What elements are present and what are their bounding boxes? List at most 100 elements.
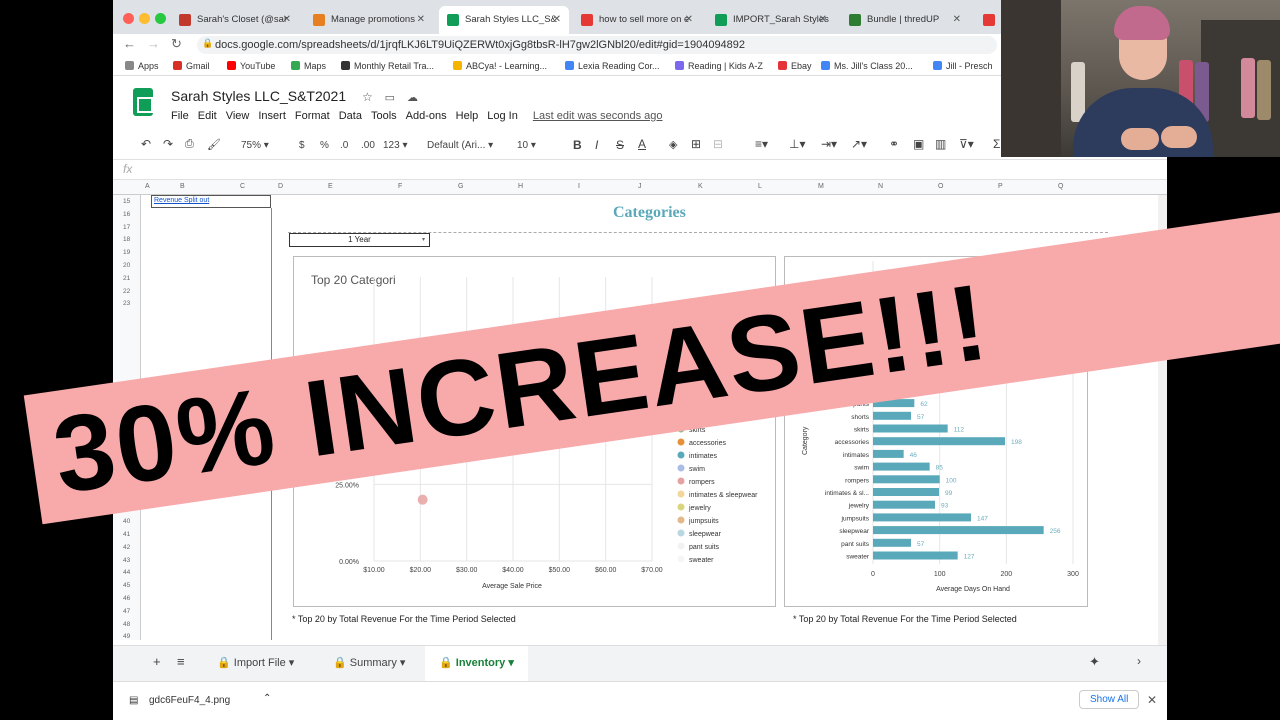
column-letter[interactable]: O	[938, 183, 943, 190]
paint-format-icon[interactable]: 🖌	[207, 138, 221, 151]
close-icon[interactable]: ✕	[1147, 693, 1157, 707]
text-rotate-icon[interactable]: ↗▾	[851, 137, 867, 151]
menu-item[interactable]: Edit	[198, 110, 217, 122]
row-number[interactable]: 18	[123, 236, 130, 243]
row-number[interactable]: 20	[123, 262, 130, 269]
menu-item[interactable]: Tools	[371, 110, 397, 122]
comment-icon[interactable]: ▣	[913, 137, 924, 151]
link-icon[interactable]: ⚭	[889, 137, 899, 151]
row-number[interactable]: 48	[123, 621, 130, 628]
currency-button[interactable]: $	[299, 140, 305, 151]
formula-bar[interactable]: fx	[113, 160, 1167, 180]
bold-icon[interactable]: B	[573, 138, 582, 152]
filter-icon[interactable]: ⊽▾	[959, 137, 974, 151]
menu-item[interactable]: Insert	[258, 110, 286, 122]
download-filename[interactable]: gdc6FeuF4_4.png	[149, 695, 230, 706]
undo-icon[interactable]: ↶	[141, 137, 151, 151]
column-letter[interactable]: P	[998, 183, 1003, 190]
text-wrap-icon[interactable]: ⇥▾	[821, 137, 837, 151]
bookmark-item[interactable]: Gmail	[173, 61, 210, 71]
bookmark-item[interactable]: Apps	[125, 61, 159, 71]
align-icon[interactable]: ≡▾	[755, 137, 768, 151]
column-letter[interactable]: A	[145, 183, 150, 190]
close-window-button[interactable]	[123, 13, 134, 24]
menu-item[interactable]: File	[171, 110, 189, 122]
decrease-decimal-button[interactable]: .0	[340, 140, 348, 151]
text-color-icon[interactable]: A	[638, 137, 646, 151]
bookmark-item[interactable]: YouTube	[227, 61, 275, 71]
borders-icon[interactable]: ⊞	[691, 137, 701, 151]
font-size-select[interactable]: 10 ▾	[517, 140, 536, 151]
row-number[interactable]: 15	[123, 198, 130, 205]
column-letter[interactable]: K	[698, 183, 703, 190]
column-letter[interactable]: D	[278, 183, 283, 190]
explore-icon[interactable]: ✦	[1089, 654, 1100, 670]
close-tab-icon[interactable]: ✕	[283, 14, 291, 25]
row-number[interactable]: 42	[123, 544, 130, 551]
row-number[interactable]: 23	[123, 300, 130, 307]
browser-tab[interactable]: Manage promotions ✕	[305, 6, 433, 34]
bookmark-item[interactable]: Ebay	[778, 61, 812, 71]
close-tab-icon[interactable]: ✕	[417, 14, 425, 25]
menu-item[interactable]: Add-ons	[406, 110, 447, 122]
browser-tab[interactable]: IMPORT_Sarah Styles ✕	[707, 6, 835, 34]
close-tab-icon[interactable]: ✕	[553, 14, 561, 25]
more-formats-select[interactable]: 123 ▾	[383, 140, 408, 151]
sheet-tab-import-file[interactable]: 🔒 Import File ▾	[217, 656, 294, 669]
row-number[interactable]: 17	[123, 224, 130, 231]
sheet-tab-inventory[interactable]: 🔒 Inventory ▾	[425, 646, 528, 682]
font-select[interactable]: Default (Ari... ▾	[427, 140, 493, 151]
close-tab-icon[interactable]: ✕	[819, 14, 827, 25]
side-panel-chevron-icon[interactable]: ›	[1137, 654, 1141, 668]
row-number[interactable]: 46	[123, 595, 130, 602]
row-number[interactable]: 19	[123, 249, 130, 256]
browser-tab[interactable]: Sarah Styles LLC_S& ✕	[439, 6, 569, 34]
increase-decimal-button[interactable]: .00	[361, 140, 375, 151]
column-letter[interactable]: H	[518, 183, 523, 190]
back-icon[interactable]: ←	[123, 36, 136, 51]
column-letter[interactable]: G	[458, 183, 463, 190]
menu-item[interactable]: View	[226, 110, 250, 122]
column-letter[interactable]: I	[578, 183, 580, 190]
fill-color-icon[interactable]: ◈	[669, 138, 677, 151]
browser-tab[interactable]: Sarah's Closet (@sar ✕	[171, 6, 299, 34]
reload-icon[interactable]: ↻	[171, 36, 182, 52]
browser-tab[interactable]: Bundle | thredUP ✕	[841, 6, 969, 34]
cloud-icon[interactable]: ☁	[407, 92, 418, 104]
menu-item[interactable]: Format	[295, 110, 330, 122]
close-tab-icon[interactable]: ✕	[953, 14, 961, 25]
last-edit-link[interactable]: Last edit was seconds ago	[533, 110, 663, 122]
star-icon[interactable]: ☆	[362, 90, 373, 104]
chart-icon[interactable]: ▥	[935, 137, 946, 151]
add-sheet-icon[interactable]: +	[153, 654, 161, 669]
bookmark-item[interactable]: Reading | Kids A-Z	[675, 61, 763, 71]
chevron-up-icon[interactable]: ⌃	[263, 693, 271, 704]
close-tab-icon[interactable]: ✕	[685, 14, 693, 25]
row-number[interactable]: 40	[123, 518, 130, 525]
redo-icon[interactable]: ↷	[163, 137, 173, 151]
forward-icon[interactable]: →	[147, 36, 160, 51]
show-all-button[interactable]: Show All	[1079, 690, 1140, 709]
column-letter[interactable]: F	[398, 183, 402, 190]
percent-button[interactable]: %	[320, 140, 329, 151]
merge-cells-icon[interactable]: ⊟	[713, 137, 723, 151]
bookmark-item[interactable]: ABCya! - Learning...	[453, 61, 547, 71]
functions-icon[interactable]: Σ	[993, 137, 1000, 151]
revenue-split-link[interactable]: Revenue Split out	[151, 195, 271, 208]
column-letter[interactable]: B	[180, 183, 185, 190]
column-letter[interactable]: Q	[1058, 183, 1063, 190]
column-letter[interactable]: L	[758, 183, 762, 190]
row-number[interactable]: 43	[123, 557, 130, 564]
menu-item[interactable]: Data	[339, 110, 362, 122]
row-number[interactable]: 22	[123, 288, 130, 295]
column-letter[interactable]: J	[638, 183, 642, 190]
row-number[interactable]: 21	[123, 275, 130, 282]
document-title[interactable]: Sarah Styles LLC_S&T2021 ☆ ▭ ☁	[171, 88, 418, 104]
maximize-window-button[interactable]	[155, 13, 166, 24]
row-number[interactable]: 16	[123, 211, 130, 218]
print-icon[interactable]: ⎙	[185, 138, 194, 151]
period-dropdown[interactable]: 1 Year ▾	[289, 233, 430, 247]
italic-icon[interactable]: I	[595, 138, 598, 152]
url-field[interactable]: 🔒 docs.google.com/spreadsheets/d/1jrqfLK…	[197, 36, 997, 54]
column-letter[interactable]: E	[328, 183, 333, 190]
